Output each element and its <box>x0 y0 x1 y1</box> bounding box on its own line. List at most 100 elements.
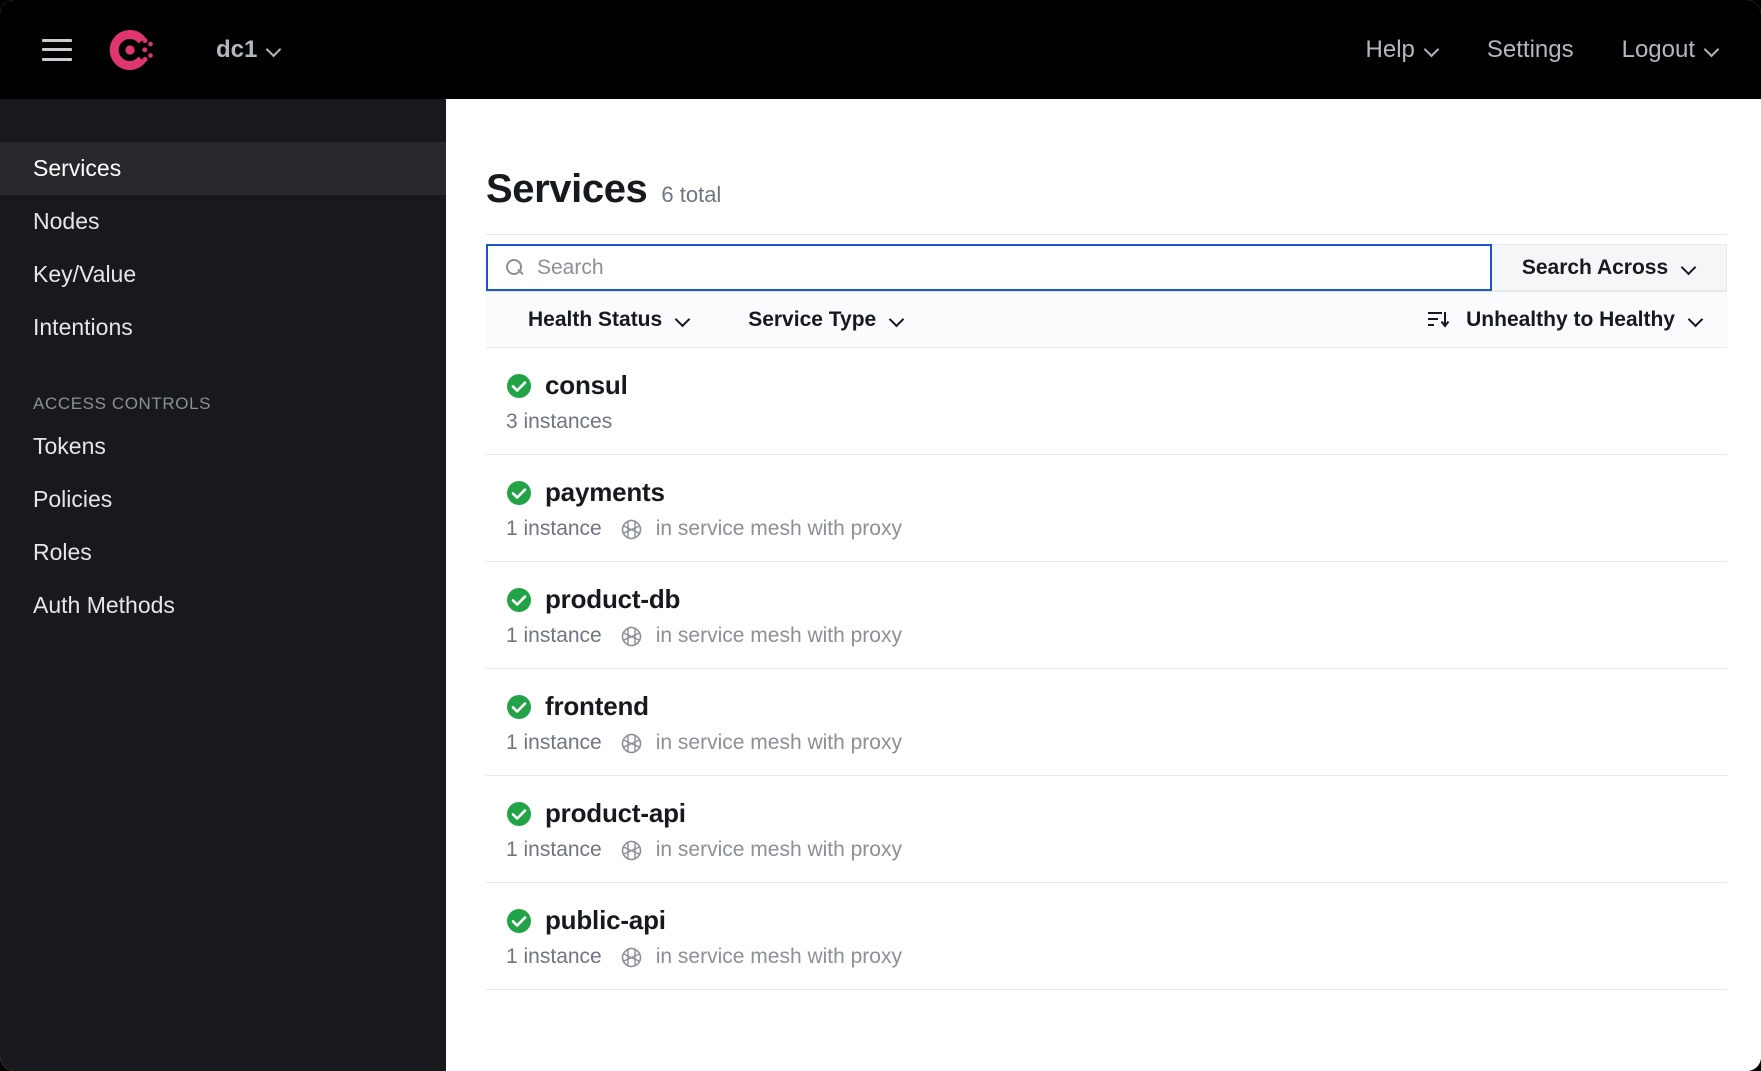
service-row-public-api[interactable]: public-api 1 instance in service mesh wi… <box>486 883 1727 990</box>
service-mesh-icon <box>621 626 642 646</box>
sort-descending-icon <box>1428 311 1450 328</box>
top-navigation-bar: dc1 Help Settings Logout <box>0 0 1761 99</box>
search-icon <box>506 258 524 277</box>
filter-health-status-label: Health Status <box>528 307 663 331</box>
nav-link-settings[interactable]: Settings <box>1487 36 1574 64</box>
service-meta: 1 instance in service mesh with proxy <box>506 731 1727 755</box>
app-window: dc1 Help Settings Logout Services Nodes <box>0 0 1761 1071</box>
service-mesh-icon <box>621 733 642 753</box>
sidebar-item-services[interactable]: Services <box>0 142 446 195</box>
service-mesh-indicator: in service mesh with proxy <box>620 838 902 862</box>
health-passing-icon <box>507 694 531 719</box>
service-row-payments[interactable]: payments 1 instance in service mesh with… <box>486 455 1727 562</box>
service-mesh-indicator: in service mesh with proxy <box>620 945 902 969</box>
chevron-down-icon <box>1426 43 1439 56</box>
sidebar-item-intentions[interactable]: Intentions <box>0 301 446 354</box>
service-mesh-indicator: in service mesh with proxy <box>620 731 902 755</box>
service-name-line: frontend <box>506 691 1727 722</box>
sidebar-section-access-controls: ACCESS CONTROLS <box>33 394 212 413</box>
health-passing-icon <box>507 908 531 933</box>
sidebar-item-label: Key/Value <box>33 261 137 287</box>
health-passing-icon <box>507 480 531 505</box>
filter-service-type-label: Service Type <box>748 307 877 331</box>
filter-health-status[interactable]: Health Status <box>528 308 690 332</box>
service-name-line: product-api <box>506 798 1727 829</box>
nav-link-settings-label: Settings <box>1486 35 1574 63</box>
chevron-down-icon <box>1690 313 1703 326</box>
services-total-count: 6 total <box>661 182 722 207</box>
sidebar-item-auth-methods[interactable]: Auth Methods <box>0 579 446 632</box>
service-name: product-api <box>545 798 686 828</box>
service-instance-count: 1 instance <box>506 731 602 754</box>
sort-label-wrapper: Unhealthy to Healthy <box>1466 308 1703 332</box>
services-list: consul 3 instances payments 1 instance i… <box>486 348 1727 990</box>
page-title: Services <box>486 167 648 211</box>
sidebar-item-roles[interactable]: Roles <box>0 526 446 579</box>
service-name-line: product-db <box>506 584 1727 615</box>
service-meta: 1 instance in service mesh with proxy <box>506 945 1727 969</box>
service-name: public-api <box>545 905 666 935</box>
sidebar-item-label: Auth Methods <box>33 592 175 618</box>
service-row-frontend[interactable]: frontend 1 instance in service mesh with… <box>486 669 1727 776</box>
service-name: frontend <box>545 691 649 721</box>
search-across-dropdown[interactable]: Search Across <box>1492 244 1727 291</box>
filter-service-type[interactable]: Service Type <box>748 308 904 332</box>
datacenter-label: dc1 <box>216 35 258 63</box>
consul-logo-icon[interactable] <box>104 24 156 76</box>
search-field-wrapper[interactable] <box>486 244 1492 291</box>
search-row: Search Across <box>486 234 1727 291</box>
chevron-down-icon <box>1706 43 1719 56</box>
service-name: product-db <box>545 584 681 614</box>
sidebar-navigation: Services Nodes Key/Value Intentions ACCE… <box>0 99 446 1071</box>
service-meta: 1 instance in service mesh with proxy <box>506 838 1727 862</box>
service-mesh-label: in service mesh with proxy <box>655 517 902 540</box>
nav-link-help[interactable]: Help <box>1366 36 1439 64</box>
service-mesh-label: in service mesh with proxy <box>655 624 902 647</box>
service-row-product-api[interactable]: product-api 1 instance in service mesh w… <box>486 776 1727 883</box>
datacenter-selector[interactable]: dc1 <box>216 36 281 64</box>
service-mesh-icon <box>621 947 642 967</box>
service-name-line: payments <box>506 477 1727 508</box>
health-passing-icon <box>507 587 531 612</box>
nav-link-help-label: Help <box>1365 35 1415 63</box>
chevron-down-icon <box>677 313 690 326</box>
sidebar-item-label: Tokens <box>33 433 106 459</box>
sidebar-item-tokens[interactable]: Tokens <box>0 420 446 473</box>
service-mesh-label: in service mesh with proxy <box>655 838 902 861</box>
service-name: payments <box>545 477 665 507</box>
service-instance-count: 1 instance <box>506 945 602 968</box>
chevron-down-icon <box>268 43 281 56</box>
service-instance-count: 3 instances <box>506 410 613 433</box>
chevron-down-icon <box>891 313 904 326</box>
service-instance-count: 1 instance <box>506 624 602 647</box>
service-meta: 1 instance in service mesh with proxy <box>506 624 1727 648</box>
service-row-consul[interactable]: consul 3 instances <box>486 348 1727 455</box>
sidebar-item-label: Policies <box>33 486 113 512</box>
nav-link-logout-label: Logout <box>1621 35 1695 63</box>
search-input[interactable] <box>537 255 1472 280</box>
service-meta: 3 instances <box>506 410 1727 434</box>
sort-label: Unhealthy to Healthy <box>1466 307 1675 331</box>
sidebar-item-key-value[interactable]: Key/Value <box>0 248 446 301</box>
service-mesh-indicator: in service mesh with proxy <box>620 517 902 541</box>
service-row-product-db[interactable]: product-db 1 instance in service mesh wi… <box>486 562 1727 669</box>
health-passing-icon <box>507 373 531 398</box>
filter-bar: Health Status Service Type Unhealthy to … <box>486 291 1727 348</box>
service-mesh-label: in service mesh with proxy <box>655 945 902 968</box>
nav-link-logout[interactable]: Logout <box>1622 36 1719 64</box>
service-meta: 1 instance in service mesh with proxy <box>506 517 1727 541</box>
service-name-line: public-api <box>506 905 1727 936</box>
sidebar-item-nodes[interactable]: Nodes <box>0 195 446 248</box>
service-mesh-icon <box>621 840 642 860</box>
sort-control[interactable]: Unhealthy to Healthy <box>1428 308 1703 332</box>
top-nav-links: Help Settings Logout <box>1366 36 1719 64</box>
sidebar-item-policies[interactable]: Policies <box>0 473 446 526</box>
sidebar-item-label: Intentions <box>33 314 133 340</box>
hamburger-menu-icon[interactable] <box>42 38 72 61</box>
service-instance-count: 1 instance <box>506 517 602 540</box>
sidebar-item-label: Roles <box>33 539 92 565</box>
service-mesh-label: in service mesh with proxy <box>655 731 902 754</box>
service-name: consul <box>545 370 628 400</box>
health-passing-icon <box>507 801 531 826</box>
main-content: Services 6 total Search Across Health St… <box>446 99 1761 1071</box>
